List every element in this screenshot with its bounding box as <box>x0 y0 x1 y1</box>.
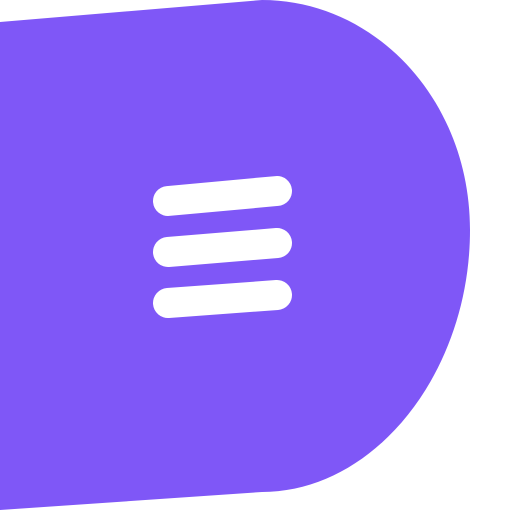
menu-icon-bar-top <box>153 176 292 216</box>
menu-icon-bar-middle <box>153 228 292 267</box>
menu-toggle-button[interactable] <box>0 0 512 512</box>
menu-icon-bar-bottom <box>153 280 292 318</box>
app-canvas <box>0 0 512 512</box>
